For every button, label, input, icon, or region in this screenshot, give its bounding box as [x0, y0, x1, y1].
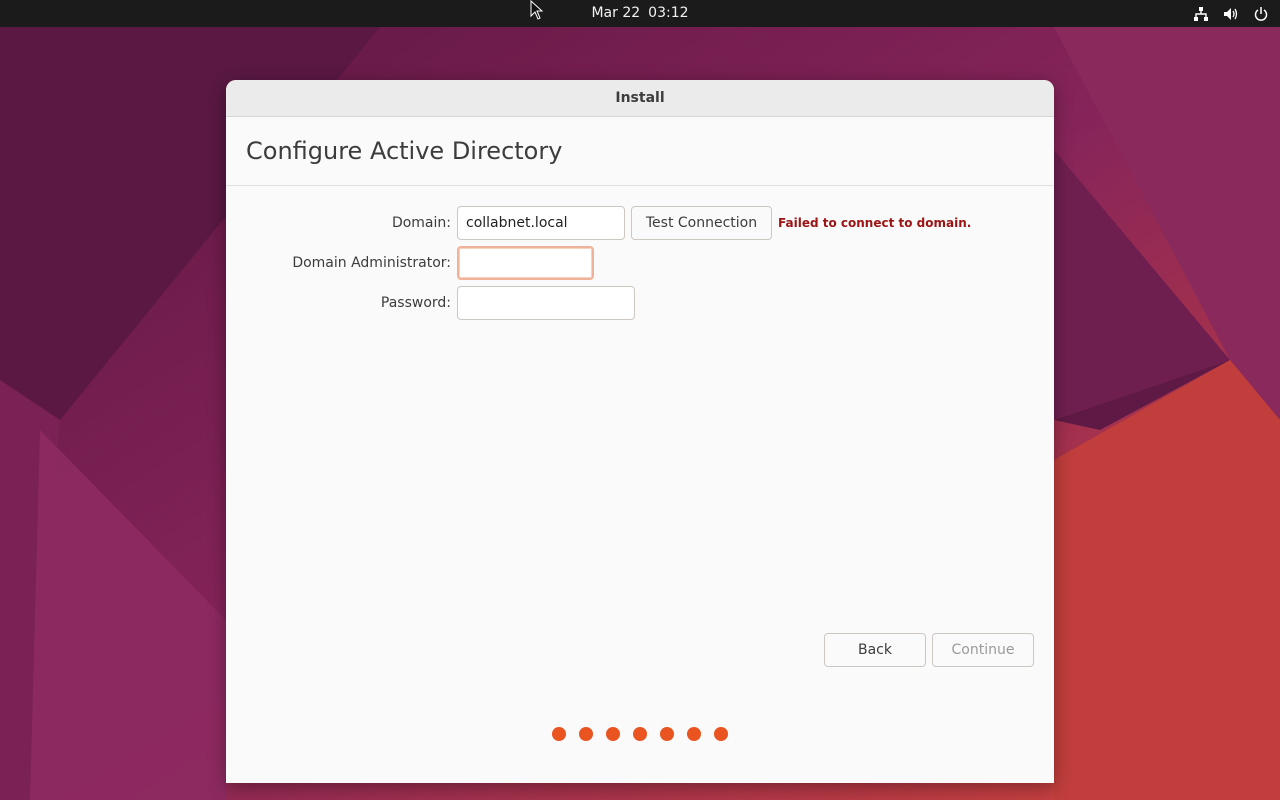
top-bar: Mar 22 03:12 — [0, 0, 1280, 27]
progress-dot — [633, 727, 647, 741]
window-titlebar[interactable]: Install — [226, 80, 1054, 117]
clock-date: Mar 22 — [591, 5, 641, 21]
clock-time: 03:12 — [648, 5, 689, 21]
progress-dots — [226, 727, 1054, 741]
system-tray[interactable] — [1192, 0, 1270, 27]
password-row: Password: — [226, 286, 1054, 320]
installer-window: Install Configure Active Directory Domai… — [226, 80, 1054, 783]
domain-administrator-label: Domain Administrator: — [292, 255, 451, 271]
clock[interactable]: Mar 22 03:12 — [0, 0, 1280, 27]
password-label: Password: — [380, 295, 451, 311]
connection-error-message: Failed to connect to domain. — [778, 216, 972, 230]
progress-dot — [552, 727, 566, 741]
progress-dot — [687, 727, 701, 741]
domain-row: Domain: Test Connection Failed to connec… — [226, 206, 1054, 240]
progress-dot — [714, 727, 728, 741]
domain-administrator-input[interactable] — [457, 246, 594, 280]
back-button[interactable]: Back — [824, 633, 926, 667]
domain-input[interactable] — [457, 206, 625, 240]
progress-dot — [660, 727, 674, 741]
continue-button[interactable]: Continue — [932, 633, 1034, 667]
page-header: Configure Active Directory — [226, 117, 1054, 186]
network-icon[interactable] — [1192, 5, 1210, 23]
admin-row: Domain Administrator: — [226, 246, 1054, 280]
power-icon[interactable] — [1252, 5, 1270, 23]
page-title: Configure Active Directory — [246, 137, 563, 165]
window-title: Install — [615, 90, 665, 106]
volume-icon[interactable] — [1222, 5, 1240, 23]
progress-dot — [579, 727, 593, 741]
mouse-cursor-icon — [530, 0, 544, 20]
password-input[interactable] — [457, 286, 635, 320]
domain-label: Domain: — [391, 215, 451, 231]
progress-dot — [606, 727, 620, 741]
test-connection-button[interactable]: Test Connection — [631, 206, 772, 240]
